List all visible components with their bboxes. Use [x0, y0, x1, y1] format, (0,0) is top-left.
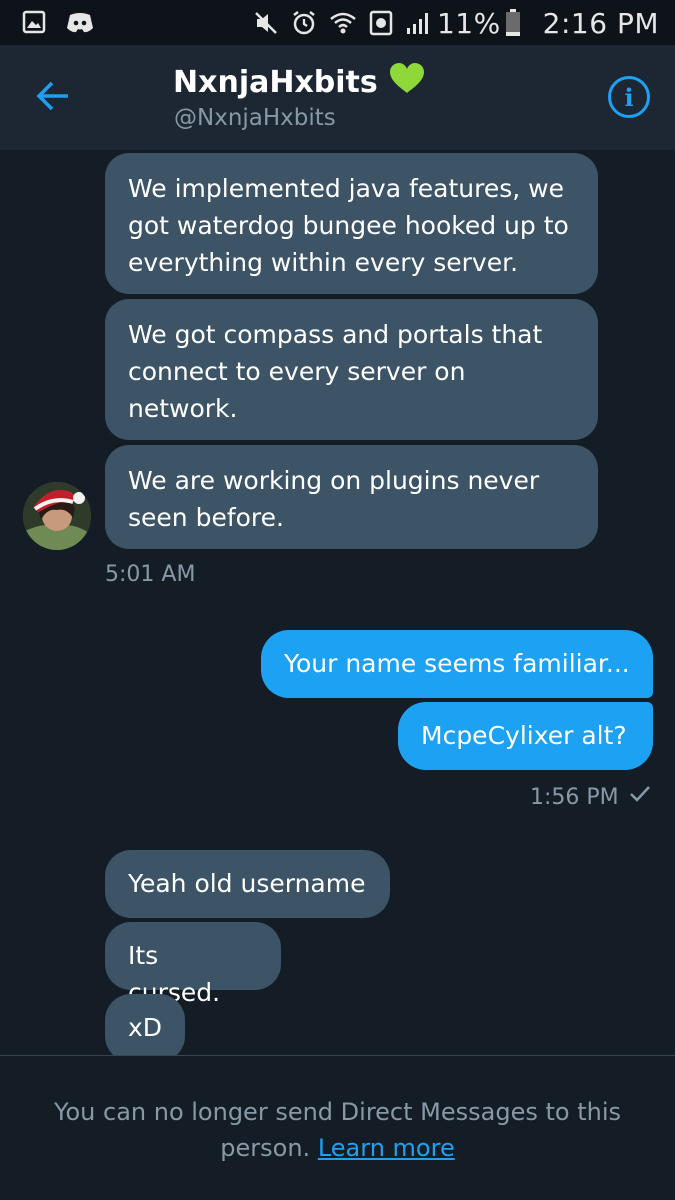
incoming-message[interactable]: Yeah old username [105, 850, 390, 918]
image-icon [22, 10, 46, 38]
message-text: We are working on plugins never seen bef… [128, 466, 540, 532]
message-timestamp-row: 1:56 PM [530, 784, 651, 810]
dm-disabled-footer: You can no longer send Direct Messages t… [0, 1055, 675, 1200]
outgoing-message[interactable]: McpeCylixer alt? [398, 702, 653, 770]
message-text: Yeah old username [128, 869, 366, 898]
wifi-icon [329, 10, 357, 36]
message-text: xD [128, 1013, 163, 1042]
clock: 2:16 PM [542, 6, 659, 40]
message-text: McpeCylixer alt? [421, 721, 627, 750]
back-button[interactable] [30, 73, 76, 119]
contact-name: NxnjaHxbits [173, 64, 378, 100]
message-text: We implemented java features, we got wat… [128, 174, 569, 277]
conversation-header: NxnjaHxbits @NxnjaHxbits i [0, 45, 675, 150]
sent-checkmark-icon [629, 784, 651, 810]
incoming-message[interactable]: xD [105, 994, 185, 1062]
contact-name-row[interactable]: NxnjaHxbits [173, 62, 426, 102]
incoming-message[interactable]: We got compass and portals that connect … [105, 299, 598, 440]
incoming-message[interactable]: We implemented java features, we got wat… [105, 153, 598, 294]
message-timestamp: 1:56 PM [530, 784, 619, 810]
contact-handle: @NxnjaHxbits [174, 105, 336, 131]
learn-more-link[interactable]: Learn more [318, 1134, 455, 1162]
message-text: Your name seems familiar... [284, 649, 630, 678]
message-timestamp: 5:01 AM [105, 562, 196, 587]
incoming-message[interactable]: We are working on plugins never seen bef… [105, 445, 598, 549]
discord-icon [66, 11, 94, 39]
mute-icon [253, 10, 279, 36]
signal-icon [405, 10, 431, 36]
contact-avatar[interactable] [23, 482, 91, 550]
battery-percent: 11% [436, 6, 501, 40]
status-bar: 11% 2:16 PM [0, 0, 675, 45]
alarm-icon [291, 10, 317, 36]
info-icon: i [624, 82, 634, 112]
dm-disabled-notice: You can no longer send Direct Messages t… [30, 1094, 645, 1166]
message-text: We got compass and portals that connect … [128, 320, 543, 423]
incoming-message[interactable]: Its cursed. [105, 922, 281, 1007]
info-button[interactable]: i [608, 76, 650, 118]
battery-icon [505, 9, 521, 37]
green-heart-icon [388, 62, 426, 102]
status-icons: 11% 2:16 PM [241, 5, 659, 41]
arrow-left-icon [36, 81, 68, 111]
data-saver-icon [369, 10, 393, 36]
outgoing-message[interactable]: Your name seems familiar... [261, 630, 653, 698]
